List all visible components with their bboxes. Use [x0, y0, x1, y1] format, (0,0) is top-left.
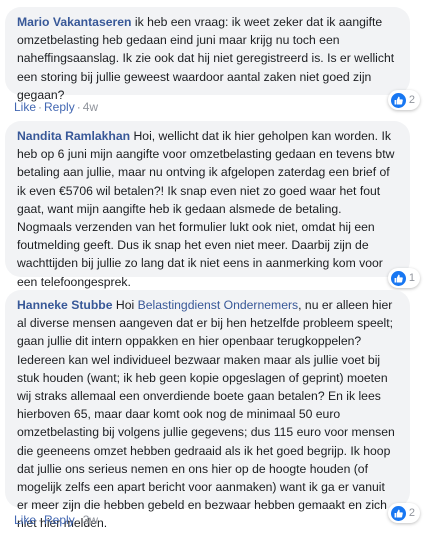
- reaction-count: 1: [408, 272, 415, 284]
- comment-author[interactable]: Nandita Ramlakhan: [17, 129, 130, 143]
- separator: ·: [76, 100, 81, 114]
- reaction-count: 2: [408, 94, 415, 106]
- separator: ·: [38, 513, 43, 527]
- reaction-count: 2: [408, 507, 415, 519]
- comment-bubble: Mario Vakantaseren ik heb een vraag: ik …: [5, 7, 410, 102]
- comment-text: Hoi, wellicht dat ik hier geholpen kan w…: [17, 129, 395, 289]
- comment-feed: Mario Vakantaseren ik heb een vraag: ik …: [0, 0, 439, 541]
- separator: ·: [38, 100, 43, 114]
- thumbs-up-icon: [390, 270, 406, 286]
- comment-author[interactable]: Mario Vakantaseren: [17, 15, 131, 29]
- comment-actions: Like · Reply · 3w: [14, 513, 98, 527]
- reply-link[interactable]: Reply: [44, 513, 75, 527]
- reaction-summary[interactable]: 2: [387, 503, 420, 523]
- comment-bubble: Nandita Ramlakhan Hoi, wellicht dat ik h…: [5, 121, 410, 289]
- comment-text-prefix: Hoi: [115, 298, 135, 312]
- reply-link[interactable]: Reply: [44, 100, 75, 114]
- comment-time[interactable]: 4w: [83, 100, 98, 114]
- like-link[interactable]: Like: [14, 100, 36, 114]
- separator: ·: [76, 513, 81, 527]
- comment-time[interactable]: 3w: [83, 513, 98, 527]
- reaction-summary[interactable]: 1: [387, 268, 420, 288]
- like-link[interactable]: Like: [14, 513, 36, 527]
- comment-text: , nu er alleen hier al diverse mensen aa…: [17, 298, 395, 531]
- thumbs-up-icon: [390, 505, 406, 521]
- mention-link[interactable]: Belastingdienst Ondernemers: [138, 298, 299, 312]
- comment-bubble: Hanneke Stubbe Hoi Belastingdienst Onder…: [5, 290, 410, 530]
- comment-author[interactable]: Hanneke Stubbe: [17, 298, 113, 312]
- comment-actions: Like · Reply · 4w: [14, 100, 98, 114]
- thumbs-up-icon: [390, 92, 406, 108]
- reaction-summary[interactable]: 2: [387, 90, 420, 110]
